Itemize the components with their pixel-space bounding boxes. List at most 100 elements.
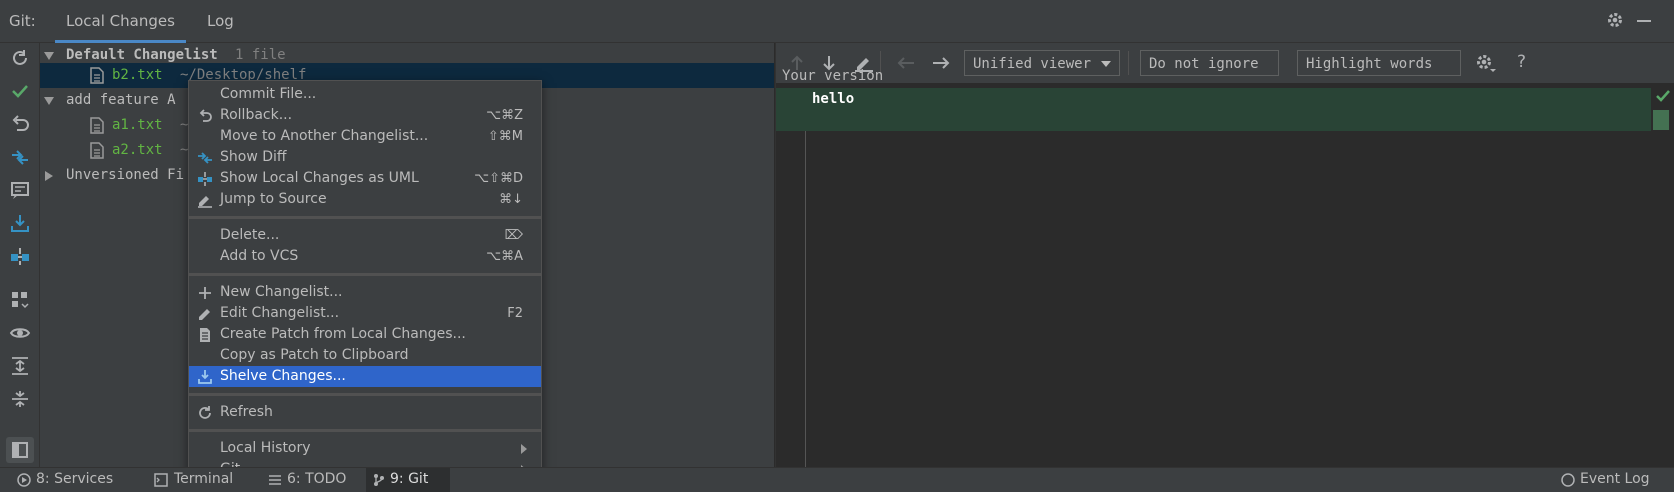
menu-item-label: Shelve Changes...: [220, 368, 346, 384]
file-name: a1.txt: [112, 117, 163, 133]
file-name: b2.txt: [112, 67, 163, 83]
diff-editor[interactable]: Your version hello: [776, 68, 1674, 467]
menu-item-rollback[interactable]: Rollback... ⌥⌘Z: [189, 105, 541, 126]
text-file-icon: [90, 117, 104, 134]
preview-diff-toggle-icon[interactable]: [6, 437, 34, 463]
menu-item-shelve-changes[interactable]: Shelve Changes...: [189, 366, 541, 387]
group-by-icon[interactable]: [9, 289, 31, 311]
menu-item-new-changelist[interactable]: New Changelist...: [189, 282, 541, 303]
menu-item-create-patch[interactable]: Create Patch from Local Changes...: [189, 324, 541, 345]
menu-item-label: Move to Another Changelist...: [220, 128, 429, 144]
event-log-icon: [1561, 473, 1575, 487]
collapsed-arrow-icon[interactable]: [45, 171, 53, 181]
menu-separator: [189, 216, 541, 219]
menu-item-commit-file[interactable]: Commit File...: [189, 84, 541, 105]
menu-item-label: Local History: [220, 440, 311, 456]
expand-all-icon[interactable]: [9, 355, 31, 377]
tab-local-changes[interactable]: Local Changes: [55, 0, 186, 43]
todo-tab[interactable]: 6: TODO: [287, 471, 346, 487]
git-branch-icon: [372, 473, 386, 487]
menu-item-shortcut: F2: [507, 306, 523, 321]
menu-item-shortcut: ⌦: [504, 228, 523, 243]
menu-item-label: Refresh: [220, 404, 273, 420]
collapse-all-icon[interactable]: [9, 388, 31, 410]
shelve-icon[interactable]: [9, 212, 31, 234]
menu-item-refresh[interactable]: Refresh: [189, 402, 541, 423]
eye-icon[interactable]: [9, 322, 31, 344]
menu-item-copy-patch[interactable]: Copy as Patch to Clipboard: [189, 345, 541, 366]
changelist-icon[interactable]: [9, 179, 31, 201]
chevron-down-icon: [1101, 61, 1112, 67]
menu-item-jump-to-source[interactable]: Jump to Source ⌘↓: [189, 189, 541, 210]
expanded-arrow-icon[interactable]: [44, 52, 54, 60]
viewer-mode-dropdown[interactable]: Unified viewer: [964, 50, 1120, 76]
pencil-icon: [197, 306, 213, 322]
rollback-icon[interactable]: [9, 113, 31, 135]
previous-file-icon[interactable]: [896, 54, 916, 72]
minimize-icon[interactable]: [1637, 20, 1651, 24]
menu-item-label: Show Local Changes as UML: [220, 170, 419, 186]
ignore-whitespace-dropdown[interactable]: Do not ignore: [1140, 50, 1279, 93]
diff-settings-gear-icon[interactable]: [1475, 53, 1497, 73]
status-bar: 8: Services Terminal 6: TODO 9: Git Even…: [0, 467, 1674, 492]
error-stripe: [1651, 88, 1674, 467]
git-tab[interactable]: 9: Git: [366, 468, 450, 492]
services-icon: [17, 473, 31, 487]
menu-separator: [189, 393, 541, 396]
file-name: a2.txt: [112, 142, 163, 158]
menu-item-label: Show Diff: [220, 149, 287, 165]
menu-item-shortcut: ⇧⌘M: [487, 129, 523, 144]
toolbar-separator: [1128, 51, 1129, 75]
menu-item-label: Edit Changelist...: [220, 305, 340, 321]
menu-item-label: Rollback...: [220, 107, 293, 123]
show-diff-icon: [197, 150, 213, 166]
git-tab-label: 9: Git: [390, 471, 429, 487]
menu-item-edit-changelist[interactable]: Edit Changelist... F2: [189, 303, 541, 324]
refresh-icon[interactable]: [9, 47, 31, 69]
menu-separator: [189, 273, 541, 276]
menu-item-label: Commit File...: [220, 86, 317, 102]
menu-item-label: Add to VCS: [220, 248, 299, 264]
context-menu: Commit File... Rollback... ⌥⌘Z Move to A…: [188, 80, 542, 484]
event-log-tab[interactable]: Event Log: [1580, 471, 1650, 487]
uml-icon[interactable]: [9, 245, 31, 267]
ignore-whitespace-value: Do not ignore: [1149, 56, 1259, 72]
menu-separator: [189, 429, 541, 432]
terminal-icon: [154, 473, 168, 487]
menu-item-add-to-vcs[interactable]: Add to VCS ⌥⌘A: [189, 246, 541, 267]
text-file-icon: [90, 67, 104, 84]
menu-item-shortcut: ⌥⌘A: [486, 249, 523, 264]
rollback-icon: [197, 108, 213, 124]
menu-item-label: Create Patch from Local Changes...: [220, 326, 466, 342]
gutter-divider: [805, 88, 806, 467]
show-diff-icon[interactable]: [9, 146, 31, 168]
unversioned-label: Unversioned Fi: [66, 167, 185, 183]
help-icon[interactable]: ?: [1517, 52, 1526, 72]
menu-item-local-history[interactable]: Local History: [189, 438, 541, 459]
next-file-icon[interactable]: [931, 54, 951, 72]
terminal-tab[interactable]: Terminal: [174, 471, 233, 487]
menu-item-label: Delete...: [220, 227, 280, 243]
patch-file-icon: [197, 327, 213, 343]
services-tab[interactable]: 8: Services: [36, 471, 113, 487]
expanded-arrow-icon[interactable]: [44, 97, 54, 105]
tool-window-header: Git: Local Changes Log: [0, 0, 1674, 43]
tab-log[interactable]: Log: [196, 0, 245, 40]
code-line[interactable]: hello: [812, 91, 854, 107]
settings-gear-icon[interactable]: [1606, 11, 1624, 29]
diff-preview-panel: Unified viewer Do not ignore Highlight w…: [775, 43, 1674, 467]
shelve-icon: [197, 369, 213, 385]
change-marker[interactable]: [1653, 110, 1669, 130]
tool-window-title: Git:: [9, 12, 36, 30]
menu-item-shortcut: ⌘↓: [499, 192, 523, 207]
uml-icon: [197, 171, 213, 187]
menu-item-move-changelist[interactable]: Move to Another Changelist... ⇧⌘M: [189, 126, 541, 147]
menu-item-show-diff[interactable]: Show Diff: [189, 147, 541, 168]
highlight-dropdown[interactable]: Highlight words: [1297, 50, 1461, 93]
menu-item-shortcut: ⌥⌘Z: [486, 108, 523, 123]
submenu-arrow-icon: [521, 444, 527, 454]
menu-item-show-uml[interactable]: Show Local Changes as UML ⌥⇧⌘D: [189, 168, 541, 189]
edit-pencil-icon: [197, 192, 213, 208]
menu-item-delete[interactable]: Delete... ⌦: [189, 225, 541, 246]
commit-check-icon[interactable]: [9, 80, 31, 102]
